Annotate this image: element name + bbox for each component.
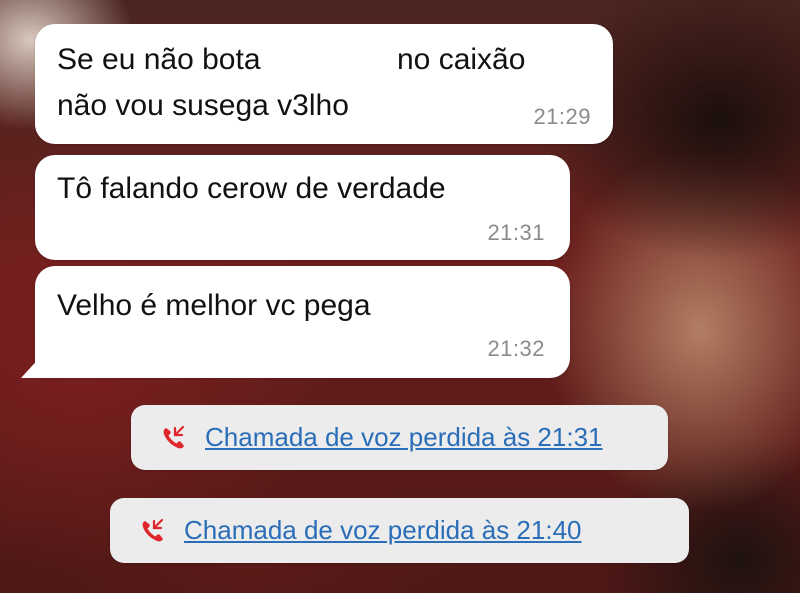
message-text: Velho é melhor vc pega [57, 289, 371, 322]
missed-call-notice[interactable]: Chamada de voz perdida às 21:40 [110, 498, 689, 563]
missed-call-link[interactable]: Chamada de voz perdida às 21:31 [205, 422, 603, 453]
message-text: Se eu não bota [57, 43, 261, 76]
incoming-message-bubble[interactable]: Velho é melhor vc pega 21:32 [21, 266, 570, 378]
missed-call-link[interactable]: Chamada de voz perdida às 21:40 [184, 515, 582, 546]
message-timestamp: 21:31 [487, 220, 545, 245]
missed-call-icon [140, 518, 166, 544]
incoming-message-bubble[interactable]: Se eu não bota no caixão não vou susega … [35, 24, 613, 144]
message-text: no caixão [397, 43, 526, 76]
missed-call-icon [161, 425, 187, 451]
incoming-message-bubble[interactable]: Tô falando cerow de verdade 21:31 [35, 155, 570, 260]
message-text: Tô falando cerow de verdade [57, 172, 446, 205]
bubble-tail [21, 354, 43, 378]
message-timestamp: 21:29 [533, 104, 591, 129]
missed-call-notice[interactable]: Chamada de voz perdida às 21:31 [131, 405, 668, 470]
message-text: não vou susega v3lho [57, 89, 349, 122]
message-timestamp: 21:32 [487, 336, 545, 361]
